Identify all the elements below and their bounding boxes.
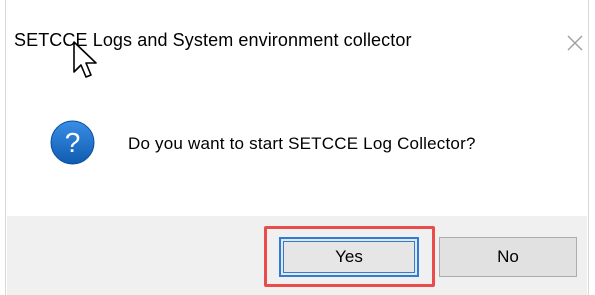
question-icon: ?: [50, 120, 95, 165]
no-button[interactable]: No: [439, 237, 577, 277]
dialog-message: Do you want to start SETCCE Log Collecto…: [128, 134, 476, 153]
window-left-edge: [0, 0, 6, 295]
message-box-dialog: SETCCE Logs and System environment colle…: [0, 0, 595, 295]
window-right-edge: [588, 0, 595, 295]
yes-button[interactable]: Yes: [279, 237, 419, 277]
yes-button-label: Yes: [335, 247, 363, 266]
no-button-label: No: [497, 247, 519, 266]
dialog-title: SETCCE Logs and System environment colle…: [14, 30, 412, 50]
svg-text:?: ?: [65, 127, 81, 158]
close-icon: [567, 35, 583, 51]
close-button[interactable]: [562, 30, 588, 56]
